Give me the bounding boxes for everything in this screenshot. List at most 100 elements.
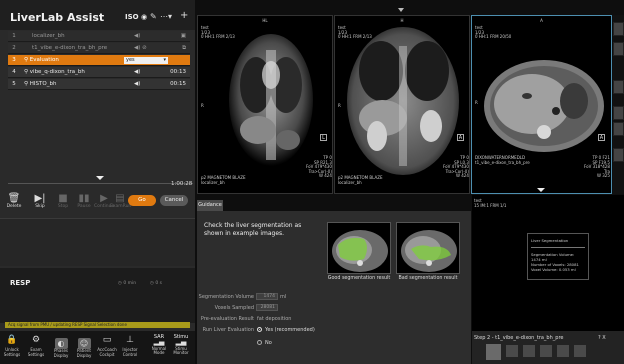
- stop-button[interactable]: ■ Stop: [53, 193, 73, 209]
- pencil-icon[interactable]: ✎: [150, 12, 157, 21]
- tab-guidance[interactable]: Guidance: [197, 200, 223, 211]
- axial-scan-image: [484, 60, 604, 152]
- coronal-scan-image: [347, 27, 459, 175]
- thumbnail[interactable]: [613, 106, 624, 120]
- collapse-icon[interactable]: [398, 8, 404, 12]
- unlock-settings-button[interactable]: 🔒 Unlock Settings: [1, 336, 23, 357]
- coronal-scan-image: [229, 34, 313, 166]
- cancel-button[interactable]: Cancel: [160, 195, 188, 206]
- orientation-side: R: [338, 103, 341, 108]
- speaker-icon: ◀): [134, 81, 141, 87]
- skip-button[interactable]: ▶| Skip: [30, 193, 50, 209]
- help-close-icon[interactable]: ? X: [598, 335, 606, 341]
- orientation-top: A: [540, 18, 543, 23]
- voxels-field[interactable]: 28081: [256, 304, 278, 311]
- viewer-2[interactable]: H test 1/23 0 HH:1 FRM 2/13 R p2 MAGNETOM …: [334, 15, 470, 194]
- add-icon[interactable]: +: [180, 10, 188, 21]
- row-number: 4: [12, 69, 16, 75]
- run-evaluation-label: Run Liver Evaluation: [202, 327, 254, 333]
- box-title: Liver Segmentation: [531, 238, 569, 243]
- resp-label: RESP: [10, 279, 31, 287]
- program-row-5[interactable]: 5 ⚲ HISTO_bh ◀) 00:15: [8, 79, 190, 90]
- speaker-icon: ◀) ⊘: [134, 45, 147, 51]
- exam-settings-button[interactable]: ⚙ Exam Settings: [25, 336, 47, 357]
- liver-segmentation-box: Liver Segmentation Segmentation Volume: …: [527, 233, 589, 280]
- viewer-info: test 1/23 0 HH:1 FRM 20/50: [475, 25, 512, 40]
- iso-mode-toggle[interactable]: ISO ◉: [125, 13, 147, 21]
- thumbnail[interactable]: [613, 122, 624, 136]
- pause-icon: ▮▮: [78, 193, 90, 204]
- step-tool-2[interactable]: [506, 345, 518, 357]
- injector-control-button[interactable]: ⊥ Injector Control: [119, 336, 141, 357]
- row-name: localizer_bh: [32, 33, 65, 39]
- resp-panel: [0, 268, 195, 323]
- viewer-1[interactable]: HL test 1/23 0 HH:1 FRM 2/13 R p2 MAGNETOM…: [197, 15, 333, 194]
- evaluation-select-value: yes: [126, 56, 135, 63]
- resp-stat-min: ◷ 0 min: [118, 281, 137, 286]
- resp-stat-sec: ◷ 0 s: [150, 281, 162, 286]
- orientation-top: H: [400, 18, 404, 23]
- speaker-icon: ◀): [134, 33, 141, 39]
- acccoach-cockpit-button[interactable]: ▭ AccCoach Cockpit: [96, 336, 118, 357]
- step-tool-1[interactable]: [486, 344, 501, 360]
- stop-icon: ■: [58, 193, 68, 204]
- guidance-instruction: Check the liver segmentation as shown in…: [204, 222, 302, 237]
- step-label: Step 2 - t1_vibe_e-dixon_tra_bh_pre: [474, 335, 564, 341]
- voxels-label: Voxels Sampled: [214, 305, 254, 311]
- phases-display-button[interactable]: ◐ Phases Display: [50, 338, 72, 358]
- program-row-3[interactable]: 3 ⚲ Evaluation yes ▾: [8, 55, 190, 66]
- thumbnail[interactable]: [613, 42, 624, 56]
- thumbnail[interactable]: [613, 80, 624, 94]
- radio-no[interactable]: [257, 340, 262, 345]
- timeline: [8, 183, 193, 184]
- thumbnail[interactable]: [613, 148, 624, 162]
- program-row-1[interactable]: 1 localizer_bh ◀) ▣: [8, 31, 190, 42]
- app-title: LiverLab Assist: [10, 11, 105, 24]
- orientation-cube-icon: A: [457, 134, 464, 141]
- patient-display-button[interactable]: ☺ Patient Display: [73, 338, 95, 358]
- program-row-2[interactable]: 2 t1_vibe_e-dixon_tra_bh_pre ◀) ⊘ ⧉: [8, 43, 190, 54]
- orientation-cube-icon: L: [320, 134, 327, 141]
- more-icon[interactable]: ⋯▾: [160, 12, 172, 21]
- exam-run-button[interactable]: ▤ ExamRun: [110, 193, 131, 209]
- step-tool-6[interactable]: [574, 345, 586, 357]
- row-name: vibe_q-dixon_tra_bh: [29, 69, 85, 75]
- step-tool-5[interactable]: [557, 345, 569, 357]
- step-tool-4[interactable]: [540, 345, 552, 357]
- sar-normal-mode[interactable]: SAR ▂▄ Normal Mode: [148, 335, 170, 356]
- stimu-monitor[interactable]: Stimu ▂▄ Stimu Monitor: [170, 335, 192, 356]
- step-tool-3[interactable]: [523, 345, 535, 357]
- viewer-bottom-info: p2 MAGNETOM BLAZE localizer_bh: [338, 175, 383, 185]
- evaluation-select[interactable]: yes ▾: [124, 56, 168, 64]
- viewer-right-info: TP 0 F21 SP F19.5 FoV 318*428 Tra W 325: [584, 155, 610, 179]
- program-row-4[interactable]: 4 ⚲ vibe_q-dixon_tra_bh ◀) 00:13: [8, 67, 190, 78]
- radio-yes[interactable]: [257, 327, 262, 332]
- speaker-icon: ◀): [134, 69, 141, 75]
- timeline-marker-icon[interactable]: [96, 176, 104, 180]
- expand-icon[interactable]: [537, 188, 545, 192]
- viewer-3[interactable]: A test 1/23 0 HH:1 FRM 20/50 R DIXONWATERN…: [471, 15, 612, 194]
- thumbnail[interactable]: [613, 22, 624, 36]
- row-name: HISTO_bh: [29, 81, 57, 87]
- volume-field[interactable]: 1474: [256, 293, 278, 300]
- good-example-caption: Good segmentation result: [327, 276, 391, 281]
- iso-mode-label: ISO: [125, 13, 139, 21]
- status-bar: Acq signal from PMU / updating RESP Sign…: [5, 322, 190, 328]
- preeval-label: Pre-evaluation Result: [200, 316, 254, 322]
- total-time: 1:00:28: [171, 181, 193, 187]
- volume-unit: ml: [280, 294, 287, 300]
- delete-button[interactable]: 🗑 Delete: [4, 193, 24, 209]
- radio-no-label: No: [265, 340, 272, 346]
- orientation-cube-icon: A: [598, 134, 605, 141]
- trash-icon: 🗑: [7, 193, 21, 204]
- row-time: 00:15: [170, 81, 186, 87]
- chevron-down-icon: ▾: [163, 56, 166, 63]
- orientation-top: HL: [262, 18, 268, 23]
- eye-icon[interactable]: ◉: [141, 13, 147, 21]
- skip-icon: ▶|: [34, 193, 46, 204]
- bad-example-image: [396, 222, 460, 274]
- preeval-value: fat deposition: [257, 316, 292, 322]
- go-button[interactable]: Go: [128, 195, 156, 206]
- pause-button[interactable]: ▮▮ Pause: [74, 193, 94, 209]
- viewer-right-info: TP 0 SP R21.3 FoV 479*430 Tra>Cor(-0) W 424: [306, 155, 332, 179]
